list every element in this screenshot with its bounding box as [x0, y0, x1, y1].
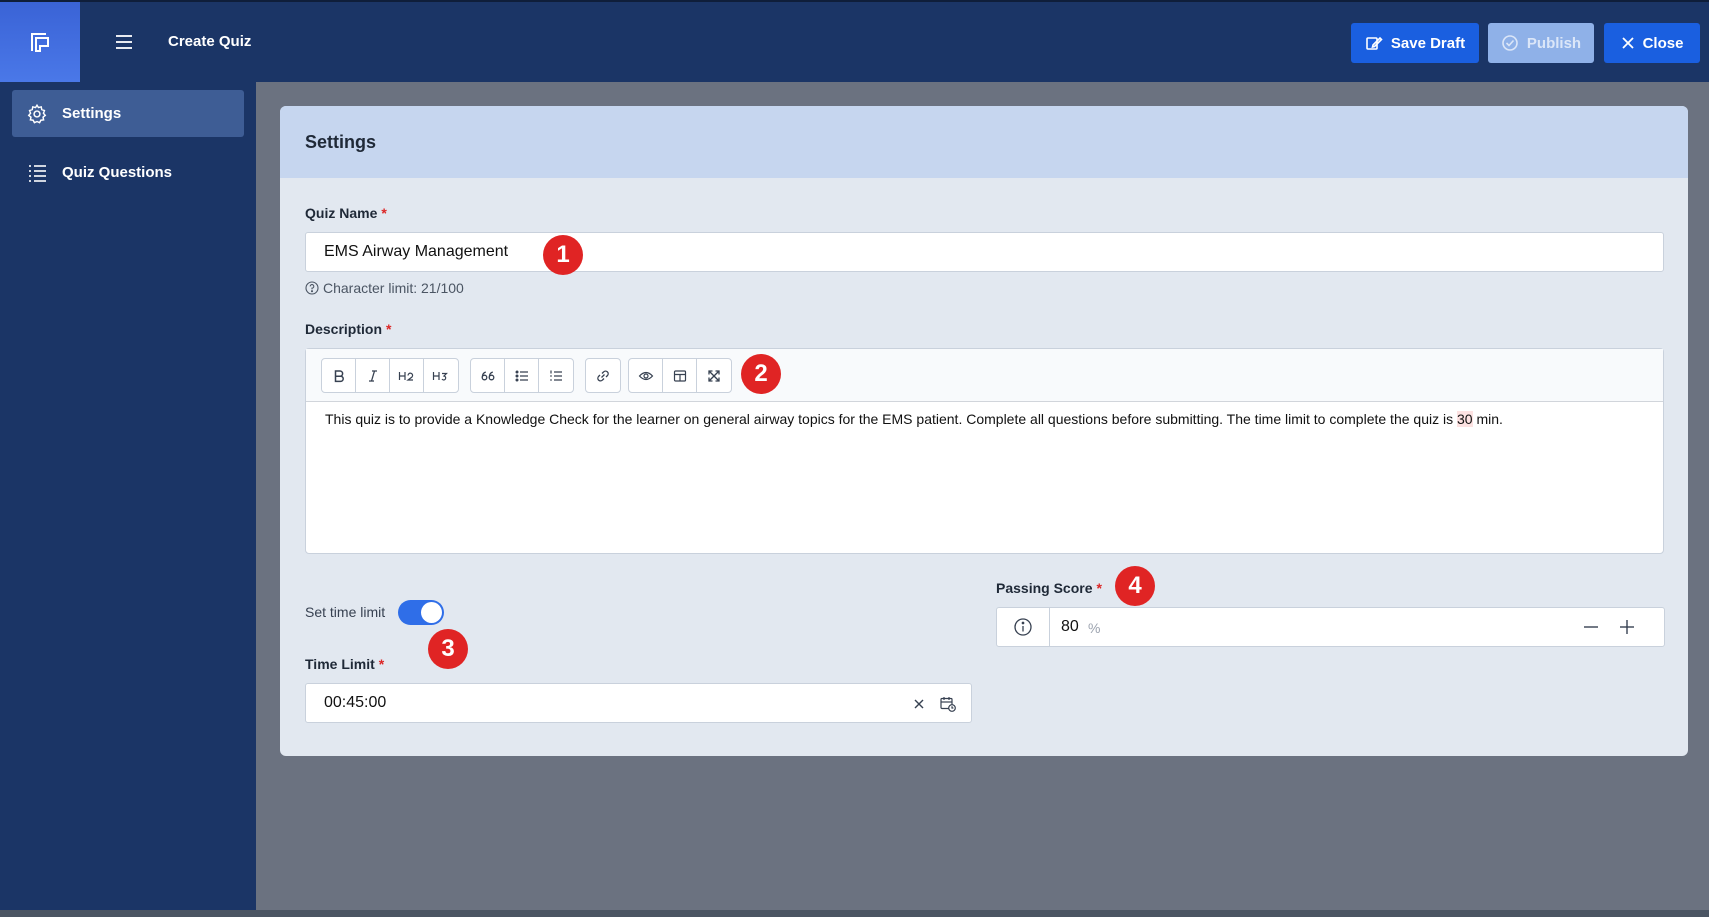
annotation-badge-2: 2 [741, 354, 781, 394]
preview-button[interactable] [629, 359, 663, 392]
clear-icon[interactable] [913, 698, 925, 710]
time-limit-toggle[interactable] [398, 600, 444, 625]
save-draft-button[interactable]: Save Draft [1351, 23, 1479, 63]
gear-icon [27, 103, 47, 124]
minus-icon [1584, 626, 1598, 628]
quiz-name-input[interactable]: EMS Airway Management [305, 232, 1664, 272]
bottom-strip [0, 910, 1709, 917]
sidebar-item-label: Quiz Questions [62, 164, 173, 181]
close-label: Close [1642, 34, 1684, 52]
passing-score-label: Passing Score * [996, 580, 1102, 596]
increment-button[interactable] [1616, 616, 1638, 638]
quote-icon [481, 370, 494, 380]
passing-score-value: 80 [1061, 618, 1079, 635]
required-marker: * [381, 205, 387, 221]
bold-icon [334, 369, 344, 382]
character-limit-hint: Character limit: 21/100 [305, 280, 464, 296]
heading3-icon [432, 371, 448, 381]
toolbar-group-view [628, 358, 732, 393]
table-icon [673, 369, 686, 382]
sidebar-item-settings[interactable]: Settings [12, 90, 244, 137]
eye-icon [638, 371, 653, 380]
heading2-icon [398, 371, 413, 381]
editor-toolbar [306, 349, 1663, 402]
fullscreen-button[interactable] [697, 359, 731, 392]
heading3-button[interactable] [424, 359, 458, 392]
required-marker: * [386, 321, 392, 337]
quiz-name-label: Quiz Name * [305, 205, 387, 221]
table-button[interactable] [663, 359, 697, 392]
passing-score-input[interactable]: 80 % [996, 607, 1665, 647]
info-icon [997, 608, 1050, 646]
toolbar-group-link [585, 358, 621, 393]
toolbar-group-blocks [470, 358, 574, 393]
sidebar-item-label: Settings [62, 105, 122, 122]
toolbar-group-format [321, 358, 459, 393]
plus-icon [1620, 620, 1634, 634]
menu-icon[interactable] [112, 30, 136, 54]
publish-label: Publish [1526, 34, 1582, 52]
time-limit-label: Time Limit * [305, 656, 385, 672]
description-label: Description * [305, 321, 392, 337]
heading2-button[interactable] [390, 359, 424, 392]
italic-icon [368, 369, 377, 382]
sidebar-item-quiz-questions[interactable]: Quiz Questions [12, 149, 244, 196]
link-button[interactable] [586, 359, 620, 392]
save-draft-label: Save Draft [1390, 34, 1466, 52]
set-time-limit-label: Set time limit [305, 604, 386, 620]
description-text[interactable]: This quiz is to provide a Knowledge Chec… [306, 402, 1663, 436]
settings-card: Settings Quiz Name * EMS Airway Managemen… [280, 106, 1688, 756]
numbered-list-button[interactable] [539, 359, 573, 392]
percent-unit: % [1088, 620, 1101, 636]
check-circle-icon [1502, 35, 1518, 51]
time-limit-input[interactable]: 00:45:00 [305, 683, 972, 723]
close-icon [1621, 37, 1634, 49]
app-logo[interactable] [0, 2, 80, 82]
close-button[interactable]: Close [1604, 23, 1700, 63]
bullet-list-icon [515, 369, 528, 382]
calendar-clock-icon[interactable] [939, 695, 957, 713]
edit-icon [1366, 36, 1383, 50]
link-icon [597, 369, 609, 382]
toggle-knob [421, 602, 442, 623]
italic-button[interactable] [356, 359, 390, 392]
required-marker: * [378, 656, 385, 672]
decrement-button[interactable] [1580, 616, 1602, 638]
bold-button[interactable] [322, 359, 356, 392]
numbered-list-icon [550, 370, 562, 381]
required-marker: * [1096, 580, 1102, 596]
help-circle-icon [305, 281, 319, 295]
list-icon [29, 164, 46, 182]
top-bar: Create Quiz Save Draft Publish Close [0, 0, 1709, 82]
quote-button[interactable] [471, 359, 505, 392]
page-title: Create Quiz [168, 33, 252, 50]
app-logo-icon [31, 33, 49, 52]
annotation-badge-4: 4 [1115, 566, 1155, 606]
annotation-badge-3: 3 [428, 629, 468, 669]
publish-button[interactable]: Publish [1488, 23, 1594, 63]
description-editor: This quiz is to provide a Knowledge Chec… [305, 348, 1664, 554]
annotation-badge-1: 1 [543, 235, 583, 275]
fullscreen-icon [708, 369, 720, 382]
sidebar: Settings Quiz Questions [0, 82, 256, 910]
bullet-list-button[interactable] [505, 359, 539, 392]
settings-title: Settings [280, 106, 1688, 178]
